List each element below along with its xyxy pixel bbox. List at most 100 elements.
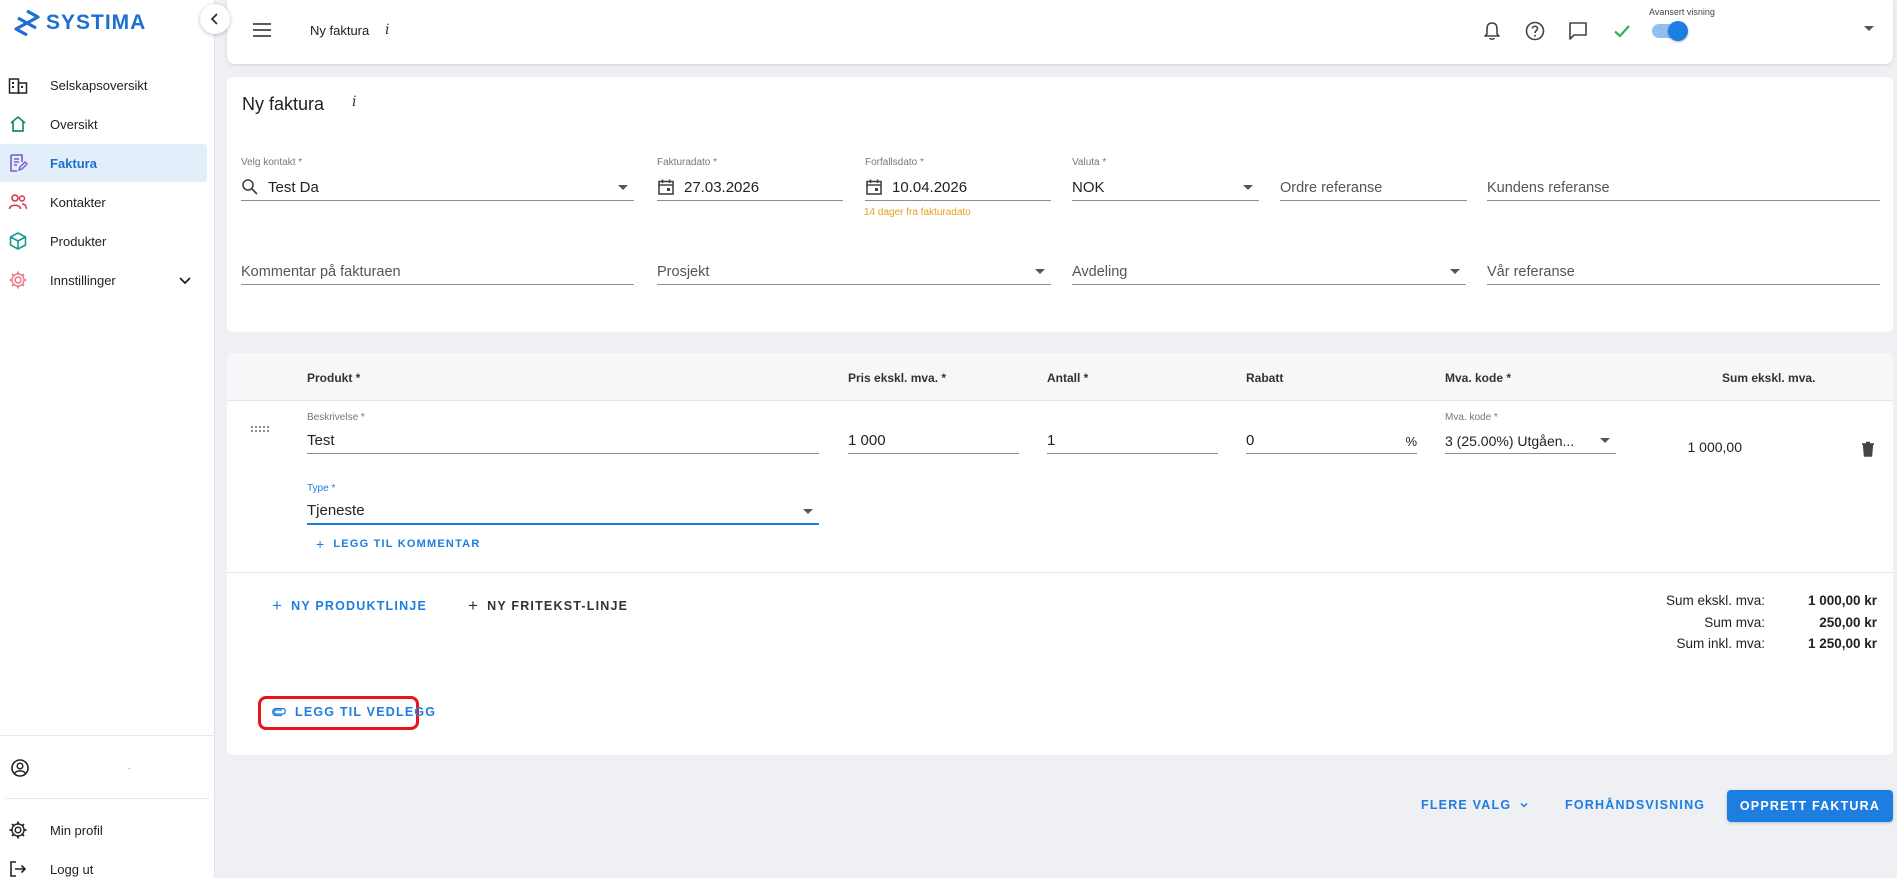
field-value: Tjeneste (307, 502, 365, 519)
due-date-field[interactable]: Forfallsdato * 10.04.2026 (865, 157, 1051, 201)
add-comment-button[interactable]: + LEGG TIL KOMMENTAR (316, 537, 480, 551)
field-placeholder: Kundens referanse (1487, 180, 1610, 196)
due-date-hint: 14 dager fra fakturadato (864, 207, 971, 218)
dropdown-caret-icon (1035, 269, 1045, 274)
preview-button[interactable]: FORHÅNDSVISNING (1565, 798, 1705, 812)
field-label: Forfallsdato * (865, 157, 924, 168)
plus-icon: + (272, 596, 284, 615)
invoice-date-field[interactable]: Fakturadato * 27.03.2026 (657, 157, 843, 201)
sidebar-item-label: Produkter (50, 233, 107, 249)
chat-icon[interactable] (1567, 20, 1589, 42)
line-sum: 1 000,00 (1687, 439, 1743, 455)
currency-select[interactable]: Valuta * NOK (1072, 157, 1259, 201)
field-value: 1 (1047, 432, 1056, 449)
field-placeholder: Kommentar på fakturaen (241, 264, 401, 280)
sidebar-item-label: Logg ut (50, 861, 94, 877)
lines-table-header: Produkt * Pris ekskl. mva. * Antall * Ra… (227, 353, 1893, 401)
line-type-select[interactable]: Type * Tjeneste (307, 483, 819, 525)
our-reference-input[interactable]: Vår referanse (1487, 261, 1880, 285)
field-value: 27.03.2026 (684, 179, 760, 196)
topbar-title: Ny faktura (310, 23, 370, 38)
toggle-knob (1668, 21, 1688, 41)
create-invoice-button[interactable]: OPPRETT FAKTURA (1727, 790, 1893, 822)
department-select[interactable]: Avdeling (1072, 261, 1466, 285)
add-attachment-button[interactable]: LEGG TIL VEDLEGG (271, 705, 436, 719)
field-placeholder: Prosjekt (657, 264, 710, 280)
sidebar-item-logg-ut[interactable]: Logg ut (0, 850, 215, 878)
sidebar-item-kontakter[interactable]: Kontakter (0, 183, 215, 221)
systima-logo[interactable]: SYSTIMA (14, 10, 146, 36)
sidebar-item-innstillinger[interactable]: Innstillinger (0, 261, 215, 299)
plus-icon: + (468, 596, 480, 615)
project-select[interactable]: Prosjekt (657, 261, 1051, 285)
account-dropdown-caret-icon[interactable] (1864, 26, 1874, 31)
field-label: Valuta * (1072, 157, 1107, 168)
new-product-line-button[interactable]: + NY PRODUKTLINJE (272, 597, 427, 614)
invoice-comment-input[interactable]: Kommentar på fakturaen (241, 261, 634, 285)
line-description-input[interactable]: Beskrivelse * Test (307, 412, 819, 454)
line-quantity-input[interactable]: 1 (1047, 430, 1218, 454)
total-row: Sum mva: 250,00 kr (1617, 615, 1877, 637)
field-placeholder: Avdeling (1072, 264, 1128, 280)
total-row: Sum ekskl. mva: 1 000,00 kr (1617, 593, 1877, 615)
field-label: Mva. kode * (1445, 412, 1498, 423)
attachment-highlight: LEGG TIL VEDLEGG (258, 696, 435, 730)
dropdown-caret-icon (1450, 269, 1460, 274)
help-icon[interactable] (1524, 20, 1546, 42)
gear-icon (9, 271, 27, 289)
trash-icon[interactable] (1859, 440, 1877, 458)
menu-icon[interactable] (252, 22, 272, 38)
chevron-down-icon[interactable] (177, 272, 193, 288)
advanced-view-toggle[interactable] (1652, 21, 1688, 41)
field-placeholder: Ordre referanse (1280, 180, 1383, 196)
column-header-product: Produkt * (307, 371, 361, 385)
field-value: Test (307, 432, 335, 449)
more-options-button[interactable]: FLERE VALG (1421, 798, 1529, 812)
invoice-lines-card: Produkt * Pris ekskl. mva. * Antall * Ra… (227, 353, 1893, 755)
systima-logo-icon (14, 10, 40, 36)
sidebar-nav: Selskapsoversikt Oversikt Faktura Kontak… (0, 66, 215, 300)
sidebar-item-faktura[interactable]: Faktura (0, 144, 207, 182)
field-placeholder: Vår referanse (1487, 264, 1575, 280)
search-icon (242, 179, 258, 195)
dropdown-caret-icon (618, 185, 628, 190)
total-label: Sum inkl. mva: (1676, 636, 1765, 651)
total-value: 1 000,00 kr (1807, 593, 1877, 608)
user-account[interactable]: - (6, 736, 209, 799)
advanced-view-label: Avansert visning (1649, 7, 1715, 17)
sidebar-item-label: Faktura (50, 155, 97, 171)
new-freetext-line-button[interactable]: + NY FRITEKST-LINJE (468, 597, 628, 614)
sidebar-bottom: - Min profil Logg ut (0, 735, 215, 878)
button-label: FORHÅNDSVISNING (1565, 798, 1706, 812)
topbar: Ny faktura i Avansert visning (227, 0, 1893, 64)
bell-icon[interactable] (1481, 20, 1503, 42)
field-value: Test Da (268, 179, 319, 196)
drag-handle-icon[interactable] (250, 425, 270, 433)
button-label: OPPRETT FAKTURA (1739, 799, 1881, 813)
contact-select[interactable]: Velg kontakt * Test Da (241, 157, 634, 201)
people-icon (8, 194, 28, 210)
user-name: - (128, 764, 131, 773)
info-icon[interactable]: i (352, 94, 356, 110)
sidebar-item-min-profil[interactable]: Min profil (0, 811, 215, 849)
sidebar-item-selskapsoversikt[interactable]: Selskapsoversikt (0, 66, 215, 104)
sidebar-item-label: Selskapsoversikt (50, 77, 148, 93)
field-value: 10.04.2026 (892, 179, 968, 196)
info-icon[interactable]: i (385, 22, 389, 38)
sidebar-item-produkter[interactable]: Produkter (0, 222, 215, 260)
field-label: Beskrivelse * (307, 412, 365, 423)
total-value: 1 250,00 kr (1807, 636, 1877, 651)
invoice-header-card: Ny faktura i Velg kontakt * Test Da Fakt… (227, 77, 1893, 332)
order-reference-input[interactable]: Ordre referanse (1280, 177, 1467, 201)
dropdown-caret-icon (1243, 185, 1253, 190)
invoice-icon (10, 154, 28, 172)
collapse-sidebar-button[interactable] (200, 4, 230, 34)
customer-reference-input[interactable]: Kundens referanse (1487, 177, 1880, 201)
line-price-input[interactable]: 1 000 (848, 430, 1019, 454)
sidebar-item-oversikt[interactable]: Oversikt (0, 105, 215, 143)
check-icon[interactable] (1611, 20, 1633, 42)
logout-icon (10, 861, 27, 877)
paperclip-icon (271, 707, 286, 717)
field-label: Type * (307, 483, 336, 494)
line-discount-input[interactable]: 0 % (1246, 430, 1417, 454)
